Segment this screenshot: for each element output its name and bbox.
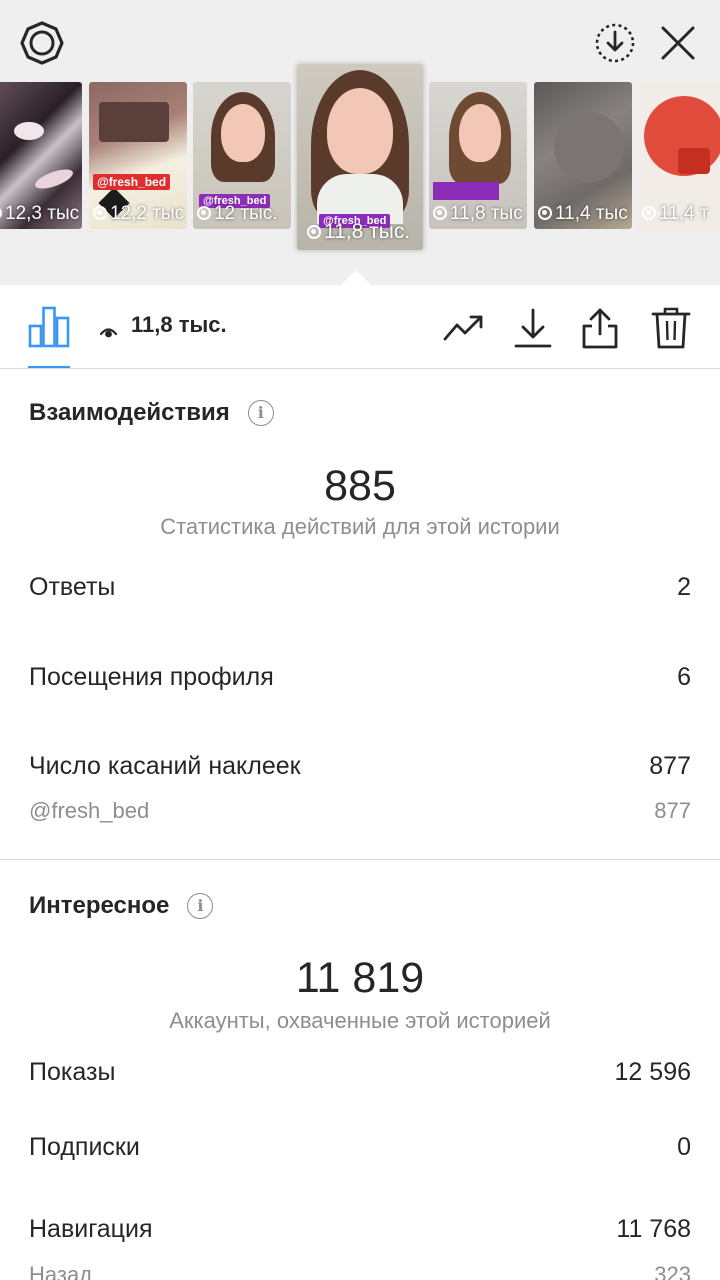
eye-icon bbox=[99, 319, 118, 338]
stat-value: 323 bbox=[654, 1262, 691, 1280]
bar-chart-icon[interactable] bbox=[28, 304, 70, 348]
interactions-section-title: Взаимодействия i bbox=[29, 399, 274, 427]
info-icon[interactable]: i bbox=[247, 400, 274, 426]
stat-label: @fresh_bed bbox=[29, 798, 150, 823]
story-thumbnails: 12,3 тыс @fresh_bed 12,2 тыс @fresh_bed … bbox=[0, 64, 720, 257]
discovery-section-title: Интересное i bbox=[29, 892, 214, 920]
discovery-caption: Аккаунты, охваченные этой историей bbox=[169, 1008, 551, 1033]
active-tab-indicator bbox=[28, 366, 70, 368]
download-circle-icon[interactable] bbox=[590, 18, 640, 68]
stat-row-follows: Подписки 0 bbox=[29, 1133, 691, 1162]
stat-label: Показы bbox=[29, 1058, 116, 1086]
stat-row-sticker-taps: Число касаний наклеек 877 bbox=[29, 752, 691, 781]
share-icon[interactable] bbox=[578, 306, 622, 350]
interactions-caption: Статистика действий для этой истории bbox=[160, 514, 560, 539]
story-thumbnail[interactable]: @fresh_bed 12 тыс. bbox=[193, 82, 291, 229]
views-count: 11,8 тыс. bbox=[99, 312, 227, 338]
stat-label: Число касаний наклеек bbox=[29, 752, 301, 780]
stat-row-back: Назад 323 bbox=[29, 1262, 691, 1280]
settings-gear-icon[interactable] bbox=[17, 18, 67, 68]
section-title-text: Взаимодействия bbox=[29, 399, 230, 426]
info-icon[interactable]: i bbox=[187, 893, 214, 919]
story-thumbnail[interactable]: 11,4 т bbox=[638, 82, 720, 229]
close-icon[interactable] bbox=[652, 18, 704, 68]
discovery-total: 11 819 bbox=[295, 954, 425, 1002]
story-thumbnail[interactable]: 11,8 тыс bbox=[429, 82, 527, 229]
section-title-text: Интересное bbox=[29, 892, 170, 919]
interactions-total: 885 bbox=[324, 462, 396, 510]
story-thumbnail[interactable]: 12,3 тыс bbox=[0, 82, 82, 229]
stat-label: Посещения профиля bbox=[29, 663, 274, 691]
story-strip: 12,3 тыс @fresh_bed 12,2 тыс @fresh_bed … bbox=[0, 0, 720, 286]
stat-row-navigation: Навигация 11 768 bbox=[29, 1215, 691, 1244]
stat-value: 0 bbox=[677, 1133, 691, 1161]
download-icon[interactable] bbox=[511, 306, 555, 350]
selected-story-thumbnail[interactable]: @fresh_bed 11,8 тыс. bbox=[297, 64, 423, 250]
stat-row-impressions: Показы 12 596 bbox=[29, 1058, 691, 1087]
story-thumbnail[interactable]: @fresh_bed 12,2 тыс bbox=[89, 82, 187, 229]
stat-row-profile-visits: Посещения профиля 6 bbox=[29, 663, 691, 692]
stat-label: Ответы bbox=[29, 573, 116, 601]
sticker-tag: @fresh_bed bbox=[93, 174, 171, 190]
stat-label: Назад bbox=[29, 1262, 93, 1280]
selection-pointer bbox=[340, 270, 372, 286]
trending-icon[interactable] bbox=[442, 306, 486, 350]
stat-label: Подписки bbox=[29, 1133, 140, 1161]
stats-toolbar: 11,8 тыс. bbox=[0, 286, 720, 369]
story-thumbnail[interactable]: 11,4 тыс bbox=[534, 82, 632, 229]
stat-value: 877 bbox=[654, 798, 691, 823]
trash-icon[interactable] bbox=[649, 306, 693, 350]
stat-row-replies: Ответы 2 bbox=[29, 573, 691, 602]
stat-value: 877 bbox=[649, 752, 691, 780]
stat-value: 6 bbox=[677, 663, 691, 691]
stat-value: 12 596 bbox=[614, 1058, 691, 1086]
section-divider bbox=[0, 859, 720, 860]
stat-label: Навигация bbox=[29, 1215, 153, 1243]
stat-row-sticker-mention[interactable]: @fresh_bed 877 bbox=[29, 798, 691, 824]
stat-value: 2 bbox=[677, 573, 691, 601]
stat-value: 11 768 bbox=[616, 1215, 691, 1243]
